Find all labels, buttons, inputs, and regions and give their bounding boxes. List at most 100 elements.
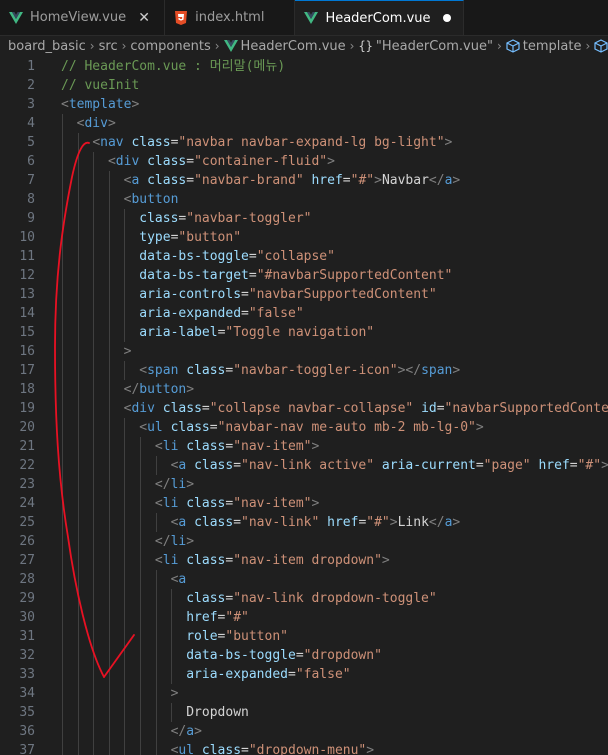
token-attribute-name: class	[162, 401, 202, 416]
code-text: data-bs-target="#navbarSupportedContent"	[61, 266, 452, 285]
token-punctuation: >	[389, 515, 398, 530]
breadcrumb-item[interactable]: HeaderCom.vue	[223, 39, 346, 54]
code-line[interactable]: 3 <template>	[0, 95, 608, 114]
code-line[interactable]: 28 <a	[0, 570, 608, 589]
token-text: =	[241, 306, 249, 321]
breadcrumb-item[interactable]: components	[130, 39, 210, 54]
vue-icon	[8, 10, 24, 26]
editor-tab-bar: HomeView.vue ✕ index.html HeaderCom.vue	[0, 0, 608, 36]
line-number: 15	[19, 325, 35, 340]
code-line[interactable]: 8 <button	[0, 190, 608, 209]
chevron-right-icon: ›	[121, 39, 127, 53]
code-line[interactable]: 29 class="nav-link dropdown-toggle"	[0, 589, 608, 608]
code-line[interactable]: 23 </li>	[0, 475, 608, 494]
token-text: =	[569, 458, 578, 473]
token-comment: // vueInit	[61, 78, 140, 93]
tab-index-html[interactable]: index.html	[165, 0, 296, 35]
code-line[interactable]: 36 </a>	[0, 722, 608, 741]
code-line[interactable]: 30 href="#"	[0, 608, 608, 627]
code-editor[interactable]: 1 // HeaderCom.vue : 머리말(메뉴) 2 // vueInit 3 <…	[0, 57, 608, 755]
tab-homeview-vue[interactable]: HomeView.vue ✕	[0, 0, 166, 35]
token-tag-name: li	[162, 553, 179, 568]
code-text: <a class="navbar-brand" href="#">Navbar<…	[61, 171, 461, 190]
token-punctuation: >	[366, 743, 375, 755]
code-text: </a>	[61, 722, 202, 741]
code-line[interactable]: 13 aria-controls="navbarSupportedContent…	[0, 285, 608, 304]
token-punctuation: >	[374, 173, 382, 188]
token-punctuation: </	[170, 724, 187, 739]
code-text: type="button"	[61, 228, 241, 247]
code-line[interactable]: 31 role="button"	[0, 627, 608, 646]
code-line[interactable]: 6 <div class="container-fluid">	[0, 152, 608, 171]
token-attribute-name: type	[139, 230, 171, 245]
code-text: aria-expanded="false"	[61, 304, 304, 323]
line-number: 12	[19, 268, 35, 283]
code-line[interactable]: 11 data-bs-toggle="collapse"	[0, 247, 608, 266]
code-line[interactable]: 10 type="button"	[0, 228, 608, 247]
token-text: =	[241, 287, 249, 302]
code-line[interactable]: 1 // HeaderCom.vue : 머리말(메뉴)	[0, 57, 608, 76]
token-attribute-value: "nav-link active"	[241, 458, 375, 473]
code-line[interactable]: 18 </button>	[0, 380, 608, 399]
token-attribute-value: "false"	[248, 306, 304, 321]
line-number: 13	[19, 287, 35, 302]
token-attribute-value: "navbar navbar-expand-lg bg-light"	[178, 135, 445, 150]
code-line[interactable]: 35 Dropdown	[0, 703, 608, 722]
code-line[interactable]: 32 data-bs-toggle="dropdown"	[0, 646, 608, 665]
token-text: =	[201, 401, 210, 416]
line-number: 25	[19, 515, 35, 530]
line-number: 3	[27, 97, 35, 112]
tab-headercom-vue[interactable]: HeaderCom.vue	[295, 0, 464, 35]
unsaved-dot-icon[interactable]	[442, 14, 451, 22]
code-line[interactable]: 15 aria-label="Toggle navigation"	[0, 323, 608, 342]
code-line[interactable]: 33 aria-expanded="false"	[0, 665, 608, 684]
code-line[interactable]: 12 data-bs-target="#navbarSupportedConte…	[0, 266, 608, 285]
token-punctuation: >	[131, 97, 140, 112]
code-line[interactable]: 20 <ul class="navbar-nav me-auto mb-2 mb…	[0, 418, 608, 437]
line-number: 14	[19, 306, 35, 321]
token-punctuation: >	[194, 724, 202, 739]
token-punctuation: >	[311, 496, 320, 511]
breadcrumb-item[interactable]: div	[594, 39, 608, 54]
code-line[interactable]: 21 <li class="nav-item">	[0, 437, 608, 456]
code-line[interactable]: 5 <nav class="navbar navbar-expand-lg bg…	[0, 133, 608, 152]
line-number: 7	[27, 173, 35, 188]
code-text: class="navbar-toggler"	[61, 209, 311, 228]
code-line[interactable]: 24 <li class="nav-item">	[0, 494, 608, 513]
breadcrumb-item[interactable]: src	[99, 39, 118, 54]
token-attribute-name: class	[194, 515, 234, 530]
token-tag-name: span	[147, 363, 179, 378]
breadcrumb-item[interactable]: board_basic	[8, 39, 86, 54]
token-text: =	[436, 401, 445, 416]
breadcrumb-item[interactable]: {} "HeaderCom.vue"	[358, 39, 493, 54]
code-line[interactable]: 9 class="navbar-toggler"	[0, 209, 608, 228]
code-line[interactable]: 19 <div class="collapse navbar-collapse"…	[0, 399, 608, 418]
code-line[interactable]: 16 >	[0, 342, 608, 361]
token-text: =	[287, 667, 296, 682]
code-line[interactable]: 26 </li>	[0, 532, 608, 551]
code-line[interactable]: 37 <ul class="dropdown-menu">	[0, 741, 608, 755]
html5-icon	[173, 10, 189, 26]
code-line[interactable]: 4 <div>	[0, 114, 608, 133]
cube-icon	[506, 39, 520, 53]
token-punctuation: </	[428, 173, 445, 188]
code-line[interactable]: 17 <span class="navbar-toggler-icon"></s…	[0, 361, 608, 380]
code-text: <ul class="navbar-nav me-auto mb-2 mb-lg…	[61, 418, 483, 437]
code-text: </li>	[61, 475, 194, 494]
token-punctuation: >	[170, 686, 179, 701]
token-attribute-value: "dropdown-menu"	[248, 743, 367, 755]
code-line[interactable]: 27 <li class="nav-item dropdown">	[0, 551, 608, 570]
code-line[interactable]: 7 <a class="navbar-brand" href="#">Navba…	[0, 171, 608, 190]
code-line[interactable]: 25 <a class="nav-link" href="#">Link</a>	[0, 513, 608, 532]
token-punctuation: </	[154, 477, 171, 492]
code-text: <button	[61, 190, 179, 209]
code-line[interactable]: 34 >	[0, 684, 608, 703]
code-line[interactable]: 14 aria-expanded="false"	[0, 304, 608, 323]
code-line[interactable]: 2 // vueInit	[0, 76, 608, 95]
tab-label: index.html	[195, 10, 265, 25]
breadcrumb-item[interactable]: template	[506, 39, 581, 54]
code-line[interactable]: 22 <a class="nav-link active" aria-curre…	[0, 456, 608, 475]
token-attribute-value: "navbar-toggler-icon"	[233, 363, 398, 378]
close-icon[interactable]: ✕	[136, 10, 152, 26]
